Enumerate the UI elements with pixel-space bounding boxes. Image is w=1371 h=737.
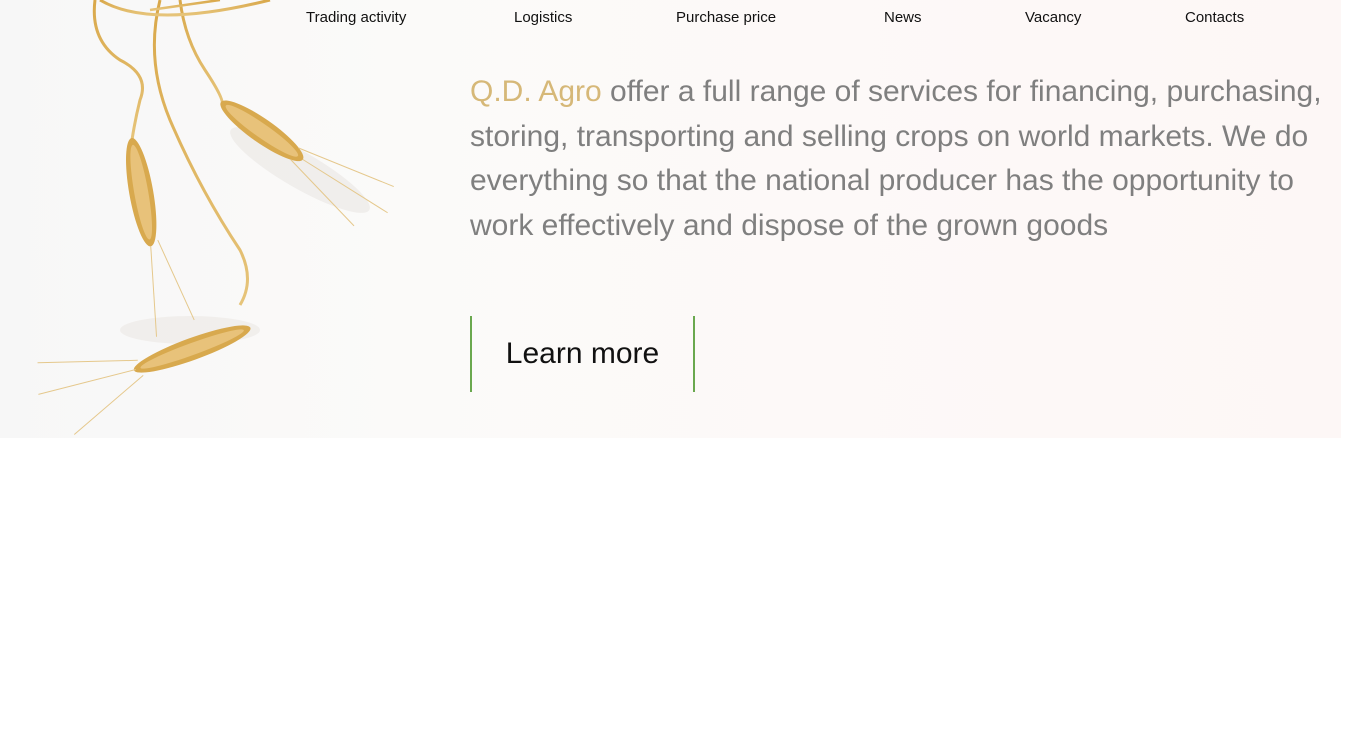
learn-more-button[interactable]: Learn more bbox=[470, 316, 695, 392]
hero-headline: Q.D. Agro offer a full range of services… bbox=[470, 70, 1341, 248]
nav-item-logistics[interactable]: Logistics bbox=[514, 9, 572, 26]
main-nav: Trading activity Logistics Purchase pric… bbox=[0, 9, 1341, 31]
nav-item-news[interactable]: News bbox=[884, 9, 922, 26]
nav-item-contacts[interactable]: Contacts bbox=[1185, 9, 1244, 26]
brand-name: Q.D. Agro bbox=[470, 75, 602, 108]
nav-item-vacancy[interactable]: Vacancy bbox=[1025, 9, 1081, 26]
hero-section: Trading activity Logistics Purchase pric… bbox=[0, 0, 1341, 438]
nav-item-trading-activity[interactable]: Trading activity bbox=[306, 9, 406, 26]
wheat-image bbox=[37, 0, 394, 435]
nav-item-purchase-price[interactable]: Purchase price bbox=[676, 9, 776, 26]
